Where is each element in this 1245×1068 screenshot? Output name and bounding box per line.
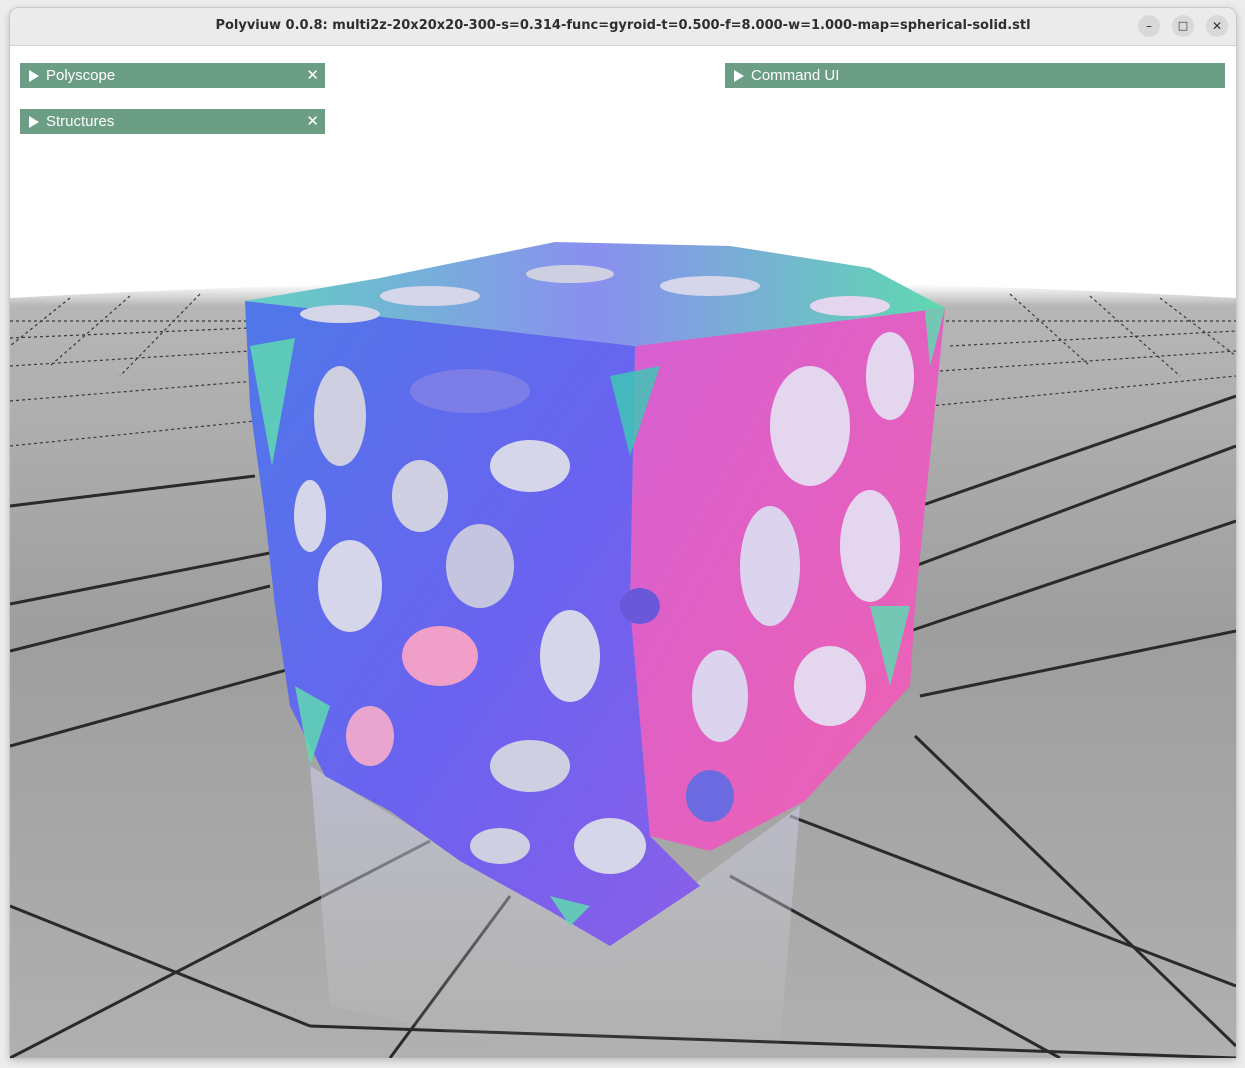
app-window: Polyviuw 0.0.8: multi2z-20x20x20-300-s=0…: [10, 8, 1236, 1058]
command-ui-panel[interactable]: Command UI: [725, 63, 1225, 88]
window-title: Polyviuw 0.0.8: multi2z-20x20x20-300-s=0…: [215, 18, 1031, 33]
close-button[interactable]: ✕: [1206, 15, 1228, 37]
expand-arrow-icon[interactable]: [29, 70, 39, 82]
structures-panel-title: Structures: [46, 113, 115, 130]
maximize-button[interactable]: □: [1172, 15, 1194, 37]
title-bar[interactable]: Polyviuw 0.0.8: multi2z-20x20x20-300-s=0…: [10, 8, 1236, 46]
polyscope-panel-title: Polyscope: [46, 67, 116, 84]
structures-panel[interactable]: Structures ✕: [20, 109, 325, 134]
expand-arrow-icon[interactable]: [29, 116, 39, 128]
command-ui-panel-title: Command UI: [751, 67, 840, 84]
viewport-canvas[interactable]: [10, 46, 1236, 1058]
expand-arrow-icon[interactable]: [734, 70, 744, 82]
close-icon[interactable]: ✕: [306, 109, 319, 134]
close-icon[interactable]: ✕: [306, 63, 319, 88]
minimize-button[interactable]: –: [1138, 15, 1160, 37]
3d-viewport[interactable]: Polyscope ✕ Structures ✕ Command UI: [10, 46, 1236, 1058]
polyscope-panel[interactable]: Polyscope ✕: [20, 63, 325, 88]
